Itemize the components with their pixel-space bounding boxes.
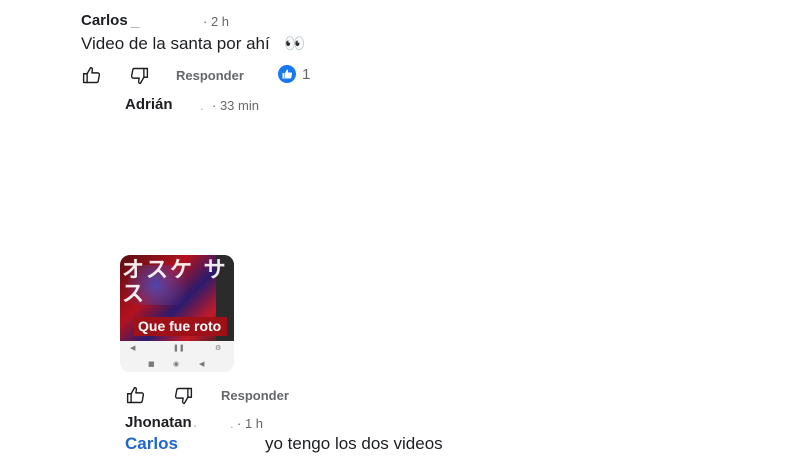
pause-icon: ❚❚ — [173, 344, 185, 352]
back-icon: ◀ — [199, 360, 205, 368]
comment-text: yo tengo los dos videos — [265, 434, 443, 453]
comment-author[interactable]: Adrián — [125, 96, 173, 113]
video-overlay-text: オスケ サス — [122, 258, 228, 307]
reply-button[interactable]: Responder — [221, 388, 289, 403]
comment-author[interactable]: Jhonatan — [125, 414, 192, 431]
comment-text: Video de la santa por ahí — [81, 34, 270, 53]
like-button[interactable] — [80, 64, 102, 86]
comment-carlos: Carlos _ · 2 h Video de la santa por ahí… — [0, 0, 792, 95]
mention-link[interactable]: Carlos — [125, 434, 178, 454]
reply-button[interactable]: Responder — [176, 68, 244, 83]
reply-jhonatan: Jhonatan . . · 1 h Carlos yo tengo los d… — [0, 410, 792, 463]
video-caption: Que fue roto — [134, 317, 228, 336]
thumbs-up-icon — [82, 66, 100, 83]
like-count[interactable]: 1 — [302, 66, 310, 83]
dislike-button[interactable] — [128, 64, 150, 86]
attached-video-thumbnail[interactable]: オスケ サス Que fue roto ◀ ❚❚ ⚙ ■ ◉ ◀ — [120, 255, 234, 372]
eyes-emoji: 👀 — [284, 34, 306, 53]
volume-icon: ◀ — [130, 344, 136, 352]
dislike-button[interactable] — [172, 384, 194, 406]
comment-timestamp[interactable]: · 1 h — [237, 416, 263, 431]
settings-icon: ⚙ — [215, 344, 222, 352]
video-controls: ◀ ❚❚ ⚙ ■ ◉ ◀ — [120, 341, 234, 372]
home-icon: ◉ — [173, 360, 180, 368]
author-name-redacted: . — [200, 98, 205, 113]
reply-adrian: Adrián . · 33 min — [0, 95, 792, 405]
like-reaction-icon[interactable] — [278, 65, 296, 83]
thumbs-down-icon — [174, 387, 192, 404]
comment-timestamp[interactable]: · 2 h — [203, 14, 229, 29]
comment-author[interactable]: Carlos — [81, 12, 128, 29]
stop-icon: ■ — [148, 360, 155, 368]
comment-author-suffix: . — [193, 414, 198, 431]
comment-author-suffix: _ — [131, 12, 140, 29]
like-button[interactable] — [124, 384, 146, 406]
thumbs-down-icon — [130, 67, 148, 84]
author-name-redacted: . — [230, 416, 235, 431]
comment-timestamp[interactable]: · 33 min — [212, 98, 259, 113]
thumbs-up-icon — [126, 386, 144, 403]
video-frame: オスケ サス Que fue roto — [120, 255, 234, 341]
